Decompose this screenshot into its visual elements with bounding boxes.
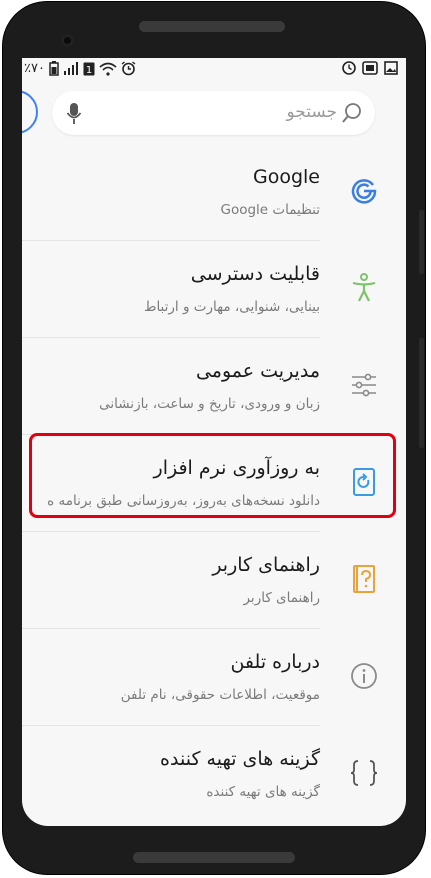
signal-icon <box>63 61 78 75</box>
settings-item-accessibility[interactable]: قابلیت دسترسی بینایی، شنوایی، مهارت و ار… <box>22 241 406 338</box>
item-subtitle: گزینه های تهیه کننده <box>206 784 320 800</box>
screenshot-icon <box>362 61 378 75</box>
item-title: درباره تلفن <box>230 651 320 673</box>
battery-icon <box>49 61 59 76</box>
settings-item-general-management[interactable]: مدیریت عمومی زبان و ورودی، تاریخ و ساعت،… <box>22 338 406 435</box>
settings-item-user-guide[interactable]: راهنمای کاربر راهنمای کاربر <box>22 532 406 629</box>
earpiece-speaker <box>139 21 285 32</box>
mic-icon[interactable] <box>66 102 82 130</box>
item-title: گزینه های تهیه کننده <box>160 748 320 770</box>
settings-item-developer-options[interactable]: گزینه های تهیه کننده گزینه های تهیه کنند… <box>22 726 406 823</box>
highlight-box <box>29 433 396 518</box>
search-icon[interactable] <box>341 102 363 128</box>
svg-text:1: 1 <box>86 65 92 76</box>
top-bar: جستجو <box>22 82 406 144</box>
clock-icon <box>342 61 356 75</box>
front-camera <box>61 34 74 47</box>
item-title: راهنمای کاربر <box>212 554 320 576</box>
item-subtitle: موقعیت، اطلاعات حقوقی، نام تلفن <box>120 687 320 703</box>
volume-button <box>419 210 424 274</box>
sim-icon: 1 <box>83 62 95 76</box>
search-input[interactable]: جستجو <box>286 102 337 122</box>
status-right <box>342 61 398 75</box>
settings-item-about-phone[interactable]: درباره تلفن موقعیت، اطلاعات حقوقی، نام ت… <box>22 629 406 726</box>
gallery-icon <box>384 61 398 75</box>
power-button <box>419 338 424 448</box>
user-guide-icon <box>349 564 379 594</box>
back-button[interactable] <box>22 90 38 134</box>
item-subtitle: راهنمای کاربر <box>243 590 320 606</box>
settings-list: Google تنظیمات Google قابلیت دسترسی بینا… <box>22 144 406 823</box>
sliders-icon <box>349 370 379 400</box>
status-bar: ٪۷۰ 1 <box>22 58 406 82</box>
bottom-speaker <box>133 852 295 863</box>
alarm-icon <box>121 61 136 76</box>
item-title: مدیریت عمومی <box>195 360 320 382</box>
item-subtitle: تنظیمات Google <box>220 202 320 218</box>
screen: ٪۷۰ 1 جستجو Google تنظیمات Google قابلیت… <box>22 58 406 826</box>
item-title: قابلیت دسترسی <box>190 263 320 285</box>
info-icon <box>349 661 379 691</box>
status-left: ٪۷۰ 1 <box>24 61 136 76</box>
accessibility-icon <box>349 273 379 303</box>
wifi-icon <box>99 62 117 76</box>
item-subtitle: بینایی، شنوایی، مهارت و ارتباط <box>143 299 320 315</box>
item-title: Google <box>252 166 320 188</box>
developer-braces-icon <box>349 758 379 788</box>
battery-percent: ٪۷۰ <box>24 61 45 76</box>
google-icon <box>349 176 379 206</box>
item-subtitle: زبان و ورودی، تاریخ و ساعت، بازنشانی <box>99 396 320 412</box>
search-bar[interactable]: جستجو <box>52 91 375 135</box>
settings-item-google[interactable]: Google تنظیمات Google <box>22 144 406 241</box>
